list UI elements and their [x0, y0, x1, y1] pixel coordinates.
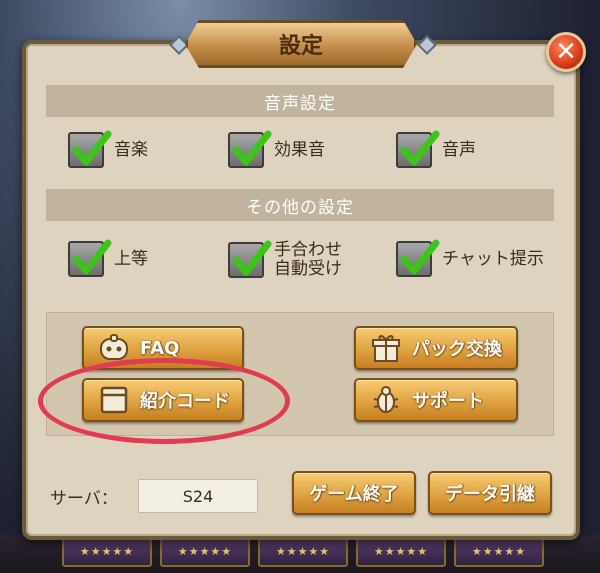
support-button[interactable]: サポート	[354, 378, 518, 422]
sound-effects-checkbox[interactable]	[228, 130, 272, 168]
voice-toggle[interactable]: 音声	[396, 130, 476, 168]
gift-icon	[370, 332, 402, 364]
sound-effects-label: 効果音	[274, 139, 325, 160]
data-transfer-button-label: データ引継	[445, 484, 535, 505]
voice-checkbox[interactable]	[396, 130, 440, 168]
chat-hint-checkbox[interactable]	[396, 239, 440, 277]
background-card: ★★★★★	[62, 537, 152, 567]
checkmark-icon	[232, 130, 272, 166]
chat-hint-label: チャット提示	[442, 248, 544, 269]
auto-accept-duel-label: 手合わせ 自動受け	[274, 241, 342, 279]
bug-icon	[370, 384, 402, 416]
other-settings-heading: その他の設定	[46, 189, 554, 221]
pack-exchange-button[interactable]: パック交換	[354, 326, 518, 370]
voice-label: 音声	[442, 139, 476, 160]
pack-exchange-button-label: パック交換	[412, 339, 502, 360]
sound-settings-heading-text: 音声設定	[264, 93, 336, 114]
sound-effects-toggle[interactable]: 効果音	[228, 130, 325, 168]
background-card: ★★★★★	[454, 537, 544, 567]
auto-accept-duel-toggle[interactable]: 手合わせ 自動受け	[228, 240, 342, 279]
high-quality-label: 上等	[114, 248, 148, 269]
dialog-title-text: 設定	[278, 34, 323, 59]
server-label: サーバ：	[50, 489, 118, 509]
quit-game-button[interactable]: ゲーム終了	[292, 471, 416, 515]
auto-accept-duel-checkbox[interactable]	[228, 240, 272, 278]
checkmark-icon	[400, 239, 440, 275]
other-settings-heading-text: その他の設定	[246, 197, 354, 218]
checkmark-icon	[72, 239, 112, 275]
high-quality-toggle[interactable]: 上等	[68, 239, 148, 277]
support-button-label: サポート	[412, 391, 484, 412]
high-quality-checkbox[interactable]	[68, 239, 112, 277]
server-field: S24	[138, 479, 258, 513]
quit-game-button-label: ゲーム終了	[309, 484, 399, 505]
auto-accept-duel-label-line1: 手合わせ	[274, 240, 342, 260]
music-checkbox[interactable]	[68, 130, 112, 168]
auto-accept-duel-label-line2: 自動受け	[274, 259, 342, 279]
checkmark-icon	[72, 130, 112, 166]
music-toggle[interactable]: 音楽	[68, 130, 148, 168]
checkmark-icon	[232, 240, 272, 276]
background-card: ★★★★★	[356, 537, 446, 567]
chat-hint-toggle[interactable]: チャット提示	[396, 239, 544, 277]
dialog-title: 設定	[185, 20, 417, 68]
close-icon: ✕	[555, 37, 577, 67]
checkmark-icon	[400, 130, 440, 166]
highlight-ellipse	[38, 358, 290, 444]
music-label: 音楽	[114, 139, 148, 160]
server-value: S24	[182, 486, 214, 506]
sound-settings-heading: 音声設定	[46, 85, 554, 117]
close-button[interactable]: ✕	[546, 32, 586, 72]
faq-button-label: FAQ	[140, 337, 180, 359]
background-card: ★★★★★	[160, 537, 250, 567]
data-transfer-button[interactable]: データ引継	[428, 471, 552, 515]
background-card: ★★★★★	[258, 537, 348, 567]
